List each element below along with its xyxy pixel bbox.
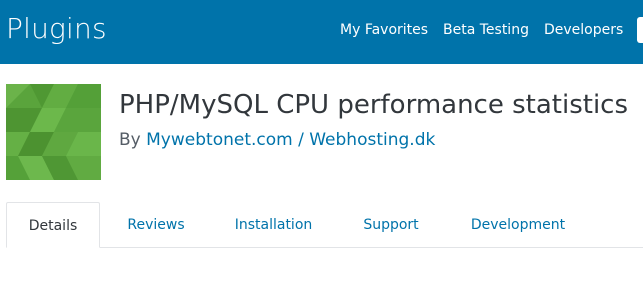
site-header: Plugins My Favorites Beta Testing Develo… [0,0,643,64]
page-title[interactable]: Plugins [6,12,107,45]
tab-installation[interactable]: Installation [226,202,321,248]
nav-my-favorites[interactable]: My Favorites [340,21,428,39]
tab-reviews[interactable]: Reviews [120,202,192,248]
tab-details[interactable]: Details [6,202,100,248]
plugin-title: PHP/MySQL CPU performance statistics [119,90,629,120]
author-link[interactable]: Mywebtonet.com / Webhosting.dk [146,130,435,150]
tab-support[interactable]: Support [356,202,426,248]
nav-beta-testing[interactable]: Beta Testing [443,21,529,39]
tab-development[interactable]: Development [462,202,574,248]
plugin-byline: By Mywebtonet.com / Webhosting.dk [119,128,435,152]
byline-prefix: By [119,130,141,150]
search-input[interactable] [637,17,643,43]
nav-developers[interactable]: Developers [544,21,623,39]
plugin-banner-icon [6,84,101,180]
